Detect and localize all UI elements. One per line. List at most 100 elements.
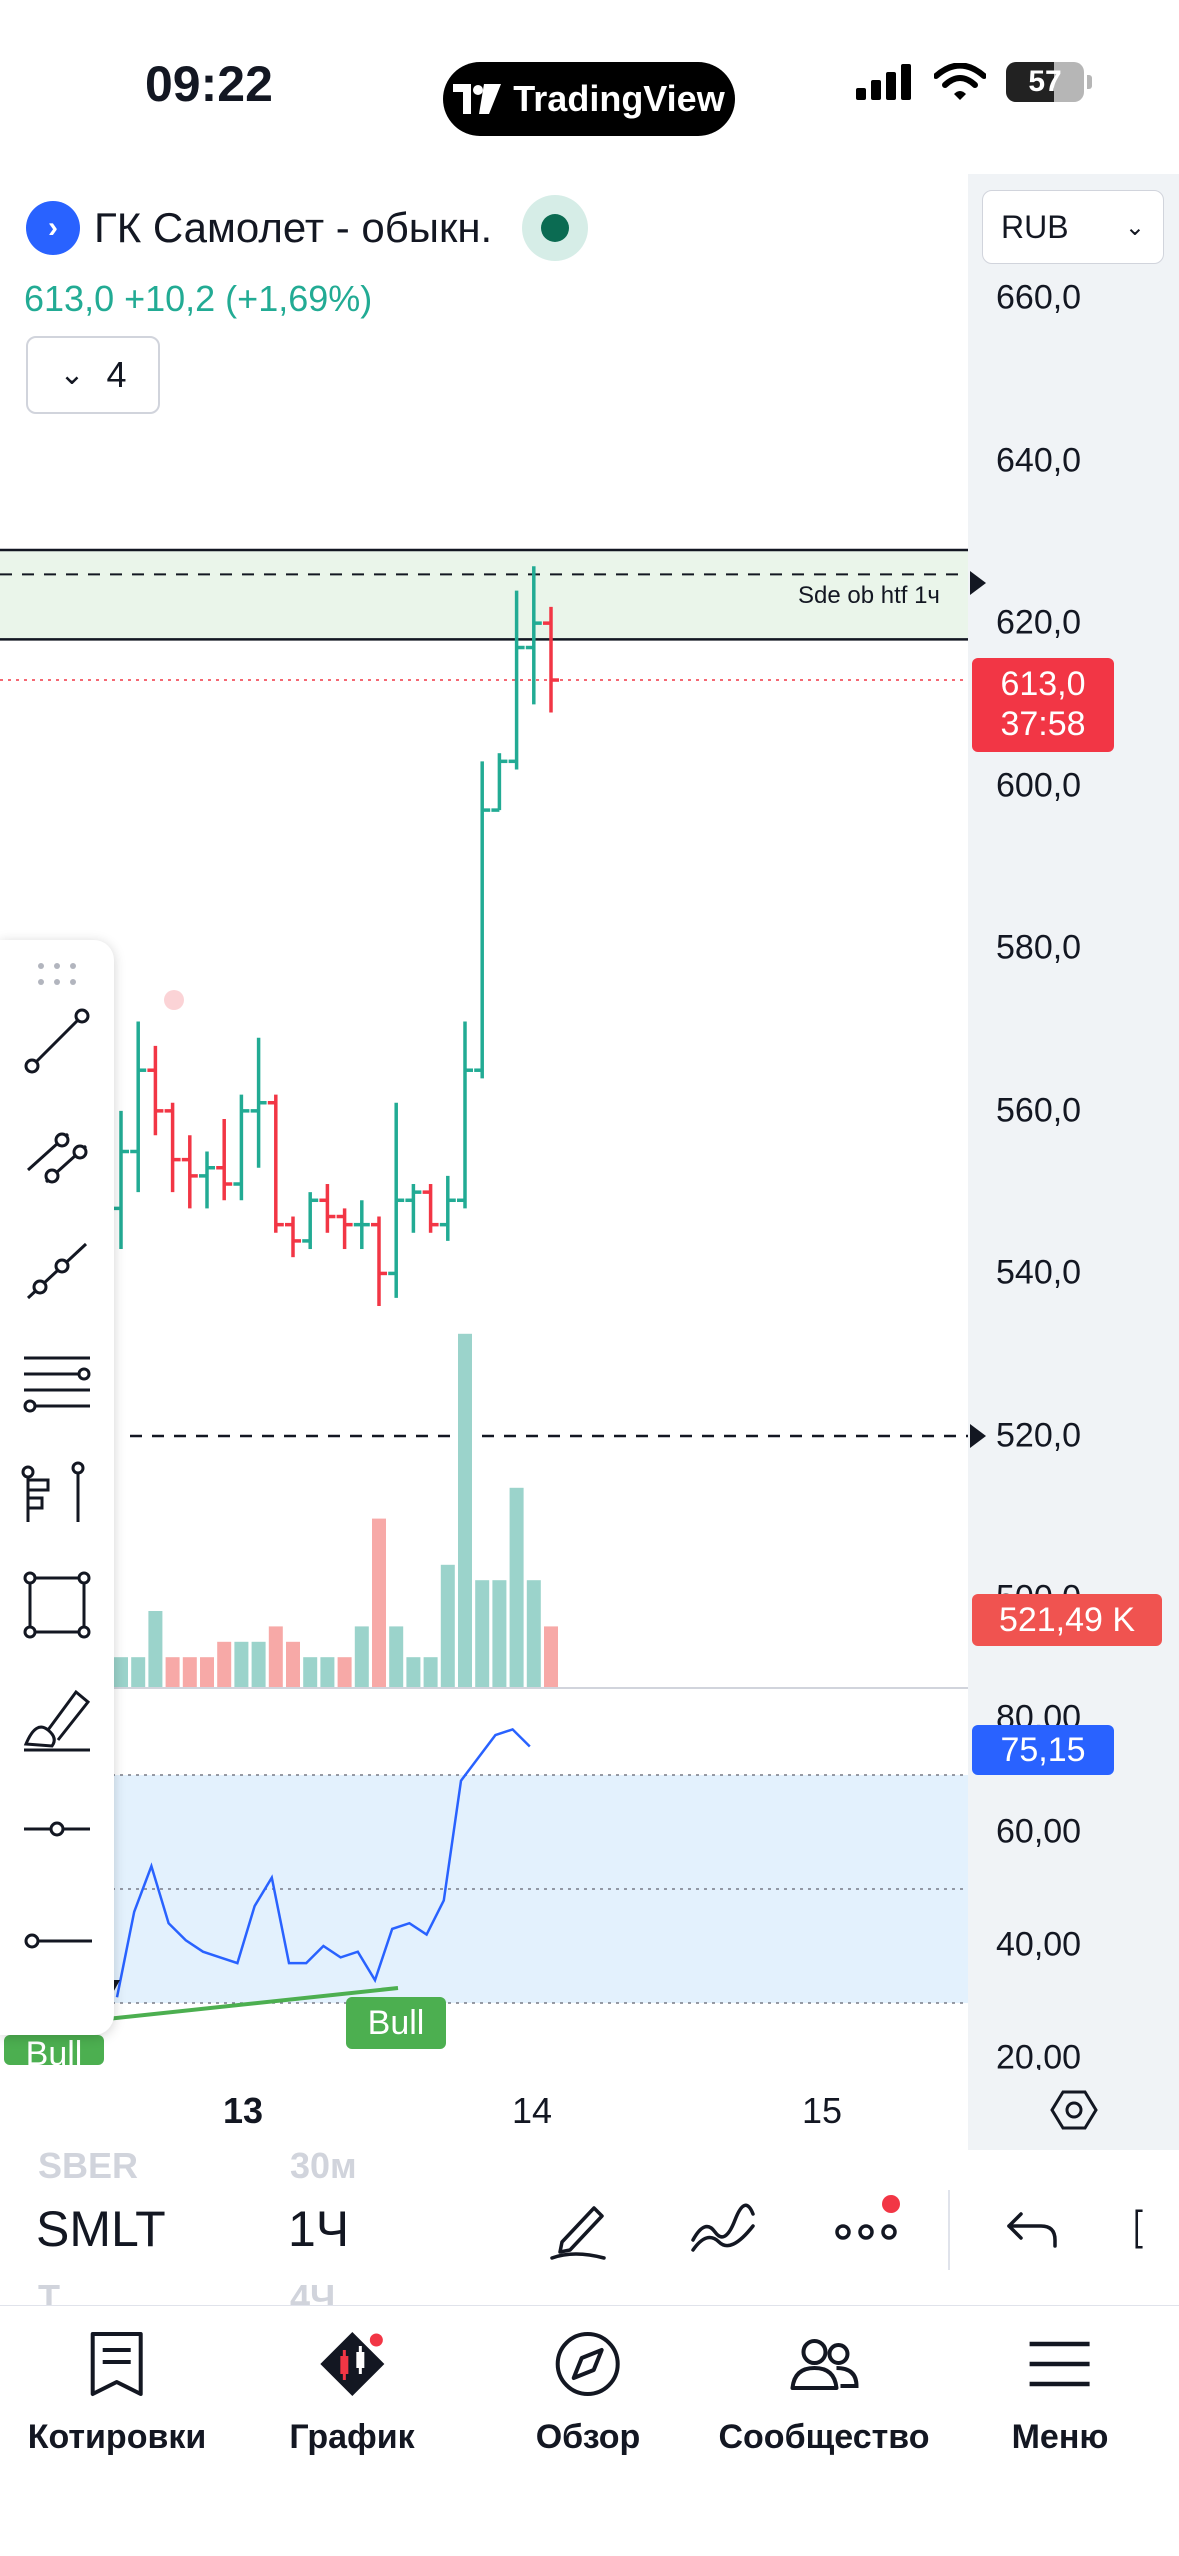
price-axis-label: 560,0 [996, 1091, 1082, 1130]
rsi-value-tag: 75,15 [972, 1725, 1114, 1775]
chart-settings-button[interactable] [968, 2070, 1179, 2150]
volume-bar [165, 1657, 180, 1688]
volume-bar [492, 1580, 507, 1688]
rsi-axis-label: 40,00 [996, 1925, 1082, 1964]
brush-tool[interactable] [14, 1674, 100, 1760]
settings-hexagon-icon [1049, 2090, 1098, 2130]
interval-picker[interactable]: 1Ч [288, 2200, 349, 2258]
parallel-channel-tool[interactable] [14, 1112, 100, 1198]
drawing-toolbar [0, 940, 114, 2035]
symbol-logo-icon: › [26, 201, 80, 255]
volume-bar [389, 1626, 404, 1688]
symbol-name: ГК Самолет - обыкн. [94, 204, 493, 251]
currency-label: RUB [1001, 208, 1069, 245]
ray-tool[interactable] [14, 1226, 100, 1312]
status-bar: 09:22 TradingView 57 [0, 0, 1179, 170]
battery-icon: 57 [1006, 62, 1092, 102]
chart-icon [319, 2330, 386, 2396]
zone-marker-arrow [970, 571, 986, 595]
nav-chart[interactable]: График [289, 2326, 415, 2457]
volume-bar [268, 1626, 283, 1688]
time-label: 15 [801, 2090, 843, 2131]
volume-bar [337, 1657, 352, 1688]
volume-bar [406, 1657, 421, 1688]
volume-bar [303, 1657, 318, 1688]
signal-marker [164, 990, 184, 1010]
bar-countdown: 37:58 [1000, 705, 1086, 743]
pen-icon [550, 2206, 606, 2260]
price-change: 613,0 +10,2 (+1,69%) [24, 278, 373, 319]
market-status-icon[interactable] [522, 195, 589, 261]
time-label: 13 [222, 2090, 264, 2131]
nav-label: График [289, 2418, 415, 2456]
level-marker-arrow [970, 1424, 986, 1448]
symbol-header[interactable]: › ГК Самолет - обыкн. [26, 195, 589, 261]
app-pill-label: TradingView [513, 78, 725, 119]
trend-line-tool[interactable] [14, 998, 100, 1084]
volume-tag: 521,49 K [972, 1594, 1162, 1646]
time-axis[interactable]: 13 14 15 [0, 2070, 968, 2150]
volume-bar [423, 1657, 438, 1688]
indicators-button[interactable] [680, 2187, 764, 2271]
symbol-prev[interactable]: SBER [38, 2145, 138, 2187]
volume-bar [354, 1626, 369, 1688]
parallel-channel-icon [26, 1132, 88, 1184]
nav-label: Обзор [535, 2418, 641, 2456]
nav-explore[interactable]: Обзор [535, 2326, 641, 2457]
app-pill[interactable]: TradingView [443, 62, 735, 136]
price-axis-label: 520,0 [996, 1416, 1082, 1455]
price-chart[interactable] [0, 170, 968, 2070]
undo-button[interactable] [992, 2187, 1076, 2271]
nav-menu[interactable]: Меню [1012, 2326, 1108, 2457]
price-axis-label: 640,0 [996, 441, 1082, 480]
indicators-count: 4 [106, 354, 127, 395]
trend-line-icon [24, 1008, 90, 1074]
volume-bar [475, 1580, 490, 1688]
indicators-toggle-button[interactable]: ⌄ 4 [26, 336, 160, 414]
volume-bar [440, 1564, 455, 1688]
fib-retracement-tool[interactable] [14, 1338, 100, 1424]
bottom-nav: Котировки График Обзор Сообщество Меню [0, 2305, 1179, 2556]
rsi-axis-label: 60,00 [996, 1812, 1082, 1851]
volume-bar [148, 1611, 163, 1688]
status-time: 09:22 [145, 56, 273, 112]
fullscreen-button[interactable] [1128, 2187, 1179, 2271]
brush-icon [23, 1689, 91, 1752]
price-axis-label: 580,0 [996, 928, 1082, 967]
currency-select[interactable]: RUB ⌄ [982, 190, 1164, 264]
toolbar-separator [948, 2190, 950, 2270]
volume-bar [526, 1580, 541, 1688]
horizontal-ray-icon [24, 1821, 90, 1837]
chevron-down-icon: ⌄ [59, 358, 85, 391]
current-price-tag: 613,0 37:58 [972, 658, 1114, 752]
drawing-tools-button[interactable] [537, 2187, 621, 2271]
horizontal-ray-tool[interactable] [14, 1786, 100, 1872]
menu-icon [1030, 2341, 1090, 2387]
drag-handle-icon[interactable] [36, 960, 78, 990]
undo-icon [1007, 2212, 1057, 2248]
status-icons: 57 [856, 62, 1092, 102]
chevron-down-icon: ⌄ [1124, 213, 1145, 241]
volume-bar [509, 1487, 524, 1688]
community-icon [790, 2339, 859, 2390]
bull-label: Bull [346, 1997, 446, 2049]
volume-bar [544, 1626, 558, 1688]
volume-bar [217, 1641, 232, 1688]
symbol-picker[interactable]: SMLT [36, 2200, 166, 2258]
nav-watchlist[interactable]: Котировки [28, 2326, 206, 2457]
volume-bar [286, 1641, 300, 1688]
interval-prev[interactable]: 30м [290, 2145, 357, 2187]
indicators-icon [691, 2203, 755, 2252]
battery-level: 57 [1028, 65, 1062, 98]
rectangle-tool[interactable] [14, 1562, 100, 1648]
volume-bar [251, 1641, 266, 1688]
price-axis-label: 600,0 [996, 766, 1082, 805]
horizontal-line-tool[interactable] [14, 1898, 100, 1984]
more-button[interactable] [824, 2187, 908, 2271]
nav-community[interactable]: Сообщество [718, 2326, 930, 2457]
volume-bar [372, 1518, 386, 1688]
long-position-tool[interactable] [14, 1450, 100, 1536]
fib-retracement-icon [23, 1356, 91, 1413]
price-axis-label: 540,0 [996, 1253, 1082, 1292]
bull-label-partial: Bull [4, 2035, 104, 2065]
